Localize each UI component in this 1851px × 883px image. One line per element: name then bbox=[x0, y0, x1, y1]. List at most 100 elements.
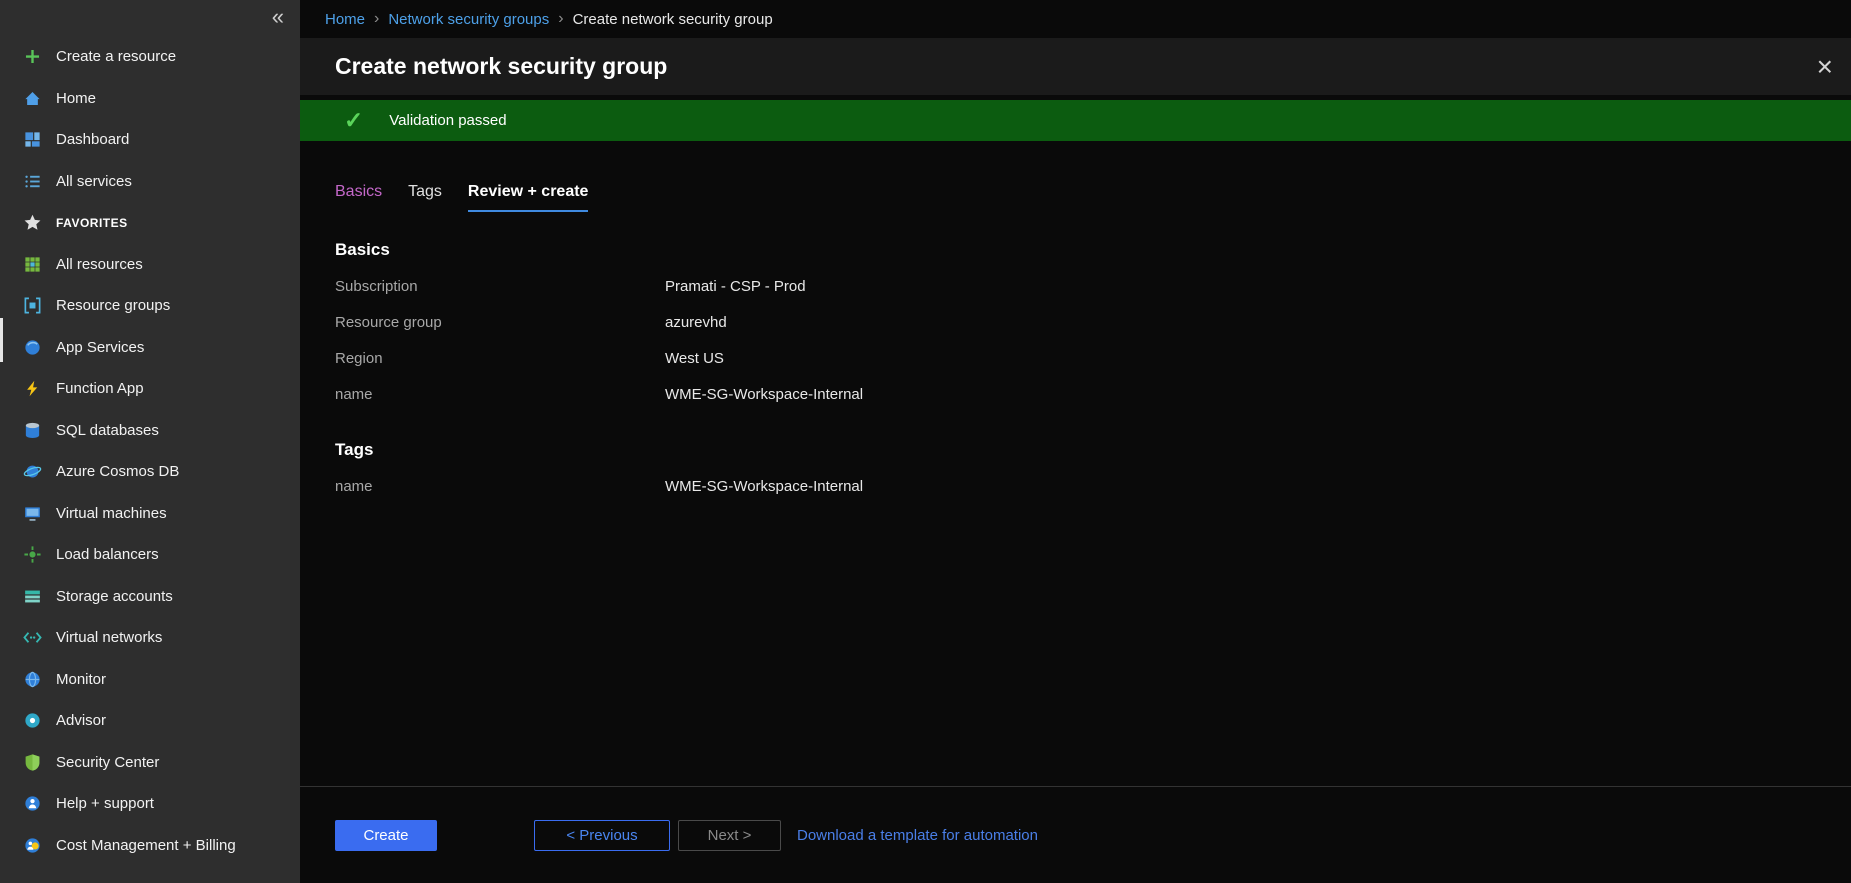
review-row: name WME-SG-Workspace-Internal bbox=[335, 468, 1851, 504]
download-template-link[interactable]: Download a template for automation bbox=[797, 827, 1038, 844]
breadcrumb-link-network-security-groups[interactable]: Network security groups bbox=[388, 11, 549, 28]
row-value: Pramati - CSP - Prod bbox=[665, 278, 806, 295]
sidebar-item-label: Azure Cosmos DB bbox=[56, 463, 179, 480]
row-label: Resource group bbox=[335, 314, 665, 331]
vm-icon bbox=[22, 503, 42, 523]
billing-icon bbox=[22, 835, 42, 855]
sidebar-section-label: FAVORITES bbox=[56, 216, 128, 230]
sidebar-item-advisor[interactable]: Advisor bbox=[0, 700, 300, 742]
title-bar: Create network security group × bbox=[300, 38, 1851, 95]
sidebar-item-dashboard[interactable]: Dashboard bbox=[0, 119, 300, 161]
row-label: name bbox=[335, 386, 665, 403]
vnet-icon bbox=[22, 628, 42, 648]
checkmark-icon: ✓ bbox=[344, 107, 363, 134]
sidebar-item-resource-groups[interactable]: Resource groups bbox=[0, 285, 300, 327]
plus-icon bbox=[22, 47, 42, 67]
sidebar-item-label: All resources bbox=[56, 256, 143, 273]
sidebar-item-monitor[interactable]: Monitor bbox=[0, 659, 300, 701]
create-button[interactable]: Create bbox=[335, 820, 437, 851]
breadcrumb-link-home[interactable]: Home bbox=[325, 11, 365, 28]
sidebar-item-storage-accounts[interactable]: Storage accounts bbox=[0, 576, 300, 618]
review-row: name WME-SG-Workspace-Internal bbox=[335, 376, 1851, 412]
next-button[interactable]: Next > bbox=[678, 820, 781, 851]
tab-basics[interactable]: Basics bbox=[335, 183, 382, 212]
database-icon bbox=[22, 420, 42, 440]
sidebar-collapse-icon[interactable]: « bbox=[272, 6, 284, 28]
review-row: Subscription Pramati - CSP - Prod bbox=[335, 268, 1851, 304]
review-row: Region West US bbox=[335, 340, 1851, 376]
sidebar-item-security-center[interactable]: Security Center bbox=[0, 742, 300, 784]
footer-bar: Create < Previous Next > Download a temp… bbox=[300, 786, 1851, 883]
dashboard-icon bbox=[22, 130, 42, 150]
tab-review-create[interactable]: Review + create bbox=[468, 183, 589, 212]
row-value: WME-SG-Workspace-Internal bbox=[665, 478, 863, 495]
sidebar-item-label: All services bbox=[56, 173, 132, 190]
sidebar-item-azure-cosmos-db[interactable]: Azure Cosmos DB bbox=[0, 451, 300, 493]
sidebar-item-sql-databases[interactable]: SQL databases bbox=[0, 410, 300, 452]
help-icon bbox=[22, 794, 42, 814]
sidebar-item-label: Virtual machines bbox=[56, 505, 167, 522]
sidebar-item-all-resources[interactable]: All resources bbox=[0, 244, 300, 286]
breadcrumb-separator: › bbox=[374, 10, 379, 28]
sidebar-item-label: Advisor bbox=[56, 712, 106, 729]
row-label: Region bbox=[335, 350, 665, 367]
validation-message: Validation passed bbox=[389, 112, 506, 129]
sidebar: « Create a resource Home Dashboard All bbox=[0, 0, 300, 883]
sidebar-item-help-support[interactable]: Help + support bbox=[0, 783, 300, 825]
sidebar-item-label: Monitor bbox=[56, 671, 106, 688]
lightning-icon bbox=[22, 379, 42, 399]
section-title-basics: Basics bbox=[335, 240, 1851, 260]
sidebar-item-label: Virtual networks bbox=[56, 629, 162, 646]
load-balancer-icon bbox=[22, 545, 42, 565]
sidebar-section-favorites: FAVORITES bbox=[0, 202, 300, 244]
resource-groups-icon bbox=[22, 296, 42, 316]
close-icon[interactable]: × bbox=[1817, 53, 1833, 81]
sidebar-item-virtual-networks[interactable]: Virtual networks bbox=[0, 617, 300, 659]
review-row: Resource group azurevhd bbox=[335, 304, 1851, 340]
breadcrumb-current-page: Create network security group bbox=[573, 11, 773, 28]
sidebar-item-label: Security Center bbox=[56, 754, 159, 771]
advisor-icon bbox=[22, 711, 42, 731]
star-icon bbox=[22, 213, 42, 233]
sidebar-item-create-a-resource[interactable]: Create a resource bbox=[0, 36, 300, 78]
row-label: name bbox=[335, 478, 665, 495]
list-icon bbox=[22, 171, 42, 191]
sidebar-item-function-app[interactable]: Function App bbox=[0, 368, 300, 410]
row-value: West US bbox=[665, 350, 724, 367]
monitor-icon bbox=[22, 669, 42, 689]
sidebar-item-label: Load balancers bbox=[56, 546, 159, 563]
sidebar-scrollbar[interactable] bbox=[0, 318, 3, 362]
sidebar-item-label: Dashboard bbox=[56, 131, 129, 148]
app-services-icon bbox=[22, 337, 42, 357]
tags-rows: name WME-SG-Workspace-Internal bbox=[335, 468, 1851, 504]
basics-rows: Subscription Pramati - CSP - Prod Resour… bbox=[335, 268, 1851, 412]
previous-button[interactable]: < Previous bbox=[534, 820, 670, 851]
home-icon bbox=[22, 88, 42, 108]
page-title: Create network security group bbox=[335, 53, 667, 80]
sidebar-item-label: Help + support bbox=[56, 795, 154, 812]
cosmos-db-icon bbox=[22, 462, 42, 482]
wizard-tabs: Basics Tags Review + create bbox=[335, 183, 1851, 212]
breadcrumb: Home › Network security groups › Create … bbox=[300, 0, 1851, 38]
validation-banner: ✓ Validation passed bbox=[300, 100, 1851, 141]
row-value: azurevhd bbox=[665, 314, 727, 331]
section-title-tags: Tags bbox=[335, 440, 1851, 460]
sidebar-item-load-balancers[interactable]: Load balancers bbox=[0, 534, 300, 576]
tab-tags[interactable]: Tags bbox=[408, 183, 442, 212]
sidebar-item-label: App Services bbox=[56, 339, 144, 356]
sidebar-item-label: Function App bbox=[56, 380, 144, 397]
sidebar-item-label: Cost Management + Billing bbox=[56, 837, 236, 854]
sidebar-item-home[interactable]: Home bbox=[0, 78, 300, 120]
sidebar-item-app-services[interactable]: App Services bbox=[0, 327, 300, 369]
main-area: Home › Network security groups › Create … bbox=[300, 0, 1851, 883]
shield-icon bbox=[22, 752, 42, 772]
sidebar-item-virtual-machines[interactable]: Virtual machines bbox=[0, 493, 300, 535]
sidebar-item-cost-management-billing[interactable]: Cost Management + Billing bbox=[0, 825, 300, 867]
breadcrumb-separator: › bbox=[558, 10, 563, 28]
sidebar-item-all-services[interactable]: All services bbox=[0, 161, 300, 203]
sidebar-item-label: Home bbox=[56, 90, 96, 107]
sidebar-item-label: Storage accounts bbox=[56, 588, 173, 605]
sidebar-nav: Create a resource Home Dashboard All ser… bbox=[0, 36, 300, 866]
sidebar-item-label: Resource groups bbox=[56, 297, 170, 314]
sidebar-item-label: SQL databases bbox=[56, 422, 159, 439]
